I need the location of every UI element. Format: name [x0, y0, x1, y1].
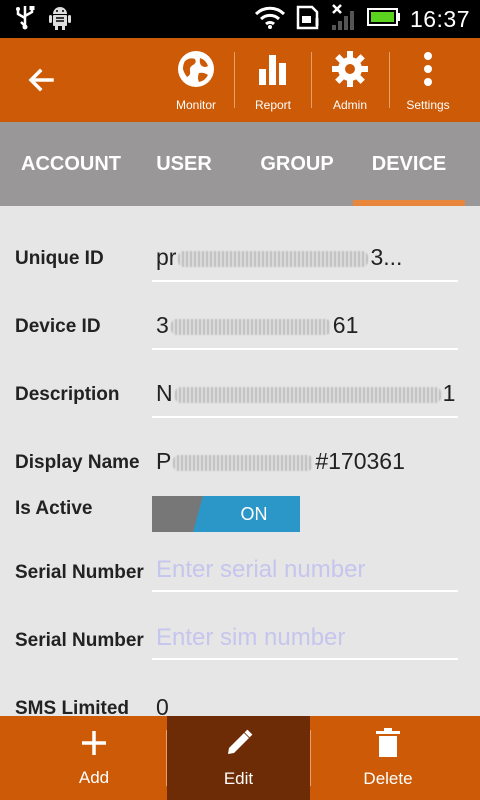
device-form: Unique ID pr 3... Device ID 3 61 Descripti…	[0, 206, 480, 716]
device-id-label: Device ID	[15, 316, 101, 337]
monitor-action[interactable]: Monitor	[158, 38, 234, 122]
redacted-text	[170, 318, 331, 335]
back-arrow-icon[interactable]	[24, 62, 60, 98]
signal-no-service-icon	[330, 3, 358, 36]
description-field[interactable]: N1	[156, 380, 455, 407]
field-underline	[152, 658, 458, 660]
tab-group[interactable]: GROUP	[226, 122, 368, 206]
display-name-row: Display Name P #170361	[0, 442, 480, 498]
plus-icon	[80, 729, 108, 762]
pencil-icon	[224, 728, 254, 763]
admin-action[interactable]: Admin	[312, 38, 388, 122]
android-debug-icon	[48, 4, 72, 35]
action-bar: Monitor Report Admin Settings	[0, 38, 480, 122]
settings-action[interactable]: Settings	[390, 38, 466, 122]
edit-label: Edit	[223, 768, 254, 788]
tab-bar: ACCOUNT USER GROUP DEVICE	[0, 122, 480, 206]
overflow-menu-icon	[408, 49, 448, 94]
sms-limited-label: SMS Limited	[15, 698, 130, 716]
unique-id-label: Unique ID	[15, 248, 104, 269]
is-active-label: Is Active	[15, 498, 93, 519]
trash-icon	[374, 727, 402, 763]
toggle-on-state: ON	[208, 496, 300, 532]
add-label: Add	[78, 767, 110, 787]
device-id-row: Device ID 3 61	[0, 306, 480, 362]
serial-number-label: Serial Number	[15, 562, 144, 583]
display-name-label: Display Name	[15, 452, 140, 473]
settings-label: Settings	[406, 97, 450, 112]
display-name-field[interactable]: P #170361	[156, 448, 405, 475]
sms-limited-row: SMS Limited 0	[0, 688, 480, 716]
tab-device[interactable]: DEVICE	[353, 122, 465, 206]
report-action[interactable]: Report	[235, 38, 311, 122]
serial-number-input[interactable]: Enter serial number	[156, 556, 365, 584]
field-underline	[152, 280, 458, 282]
description-label: Description	[15, 384, 120, 405]
sim-card-icon	[295, 4, 321, 35]
redacted-text	[174, 386, 441, 403]
tab-account[interactable]: ACCOUNT	[0, 122, 142, 206]
sim-number-row: Serial Number Enter sim number	[0, 620, 480, 676]
edit-button[interactable]: Edit	[167, 716, 310, 800]
description-row: Description N1	[0, 374, 480, 430]
add-button[interactable]: Add	[22, 716, 166, 800]
admin-label: Admin	[332, 97, 367, 112]
bar-chart-icon	[253, 49, 293, 94]
redacted-text	[173, 454, 314, 471]
usb-icon	[14, 4, 36, 35]
report-label: Report	[254, 97, 292, 112]
status-bar: 16:37	[0, 0, 480, 38]
device-id-field[interactable]: 3 61	[156, 312, 358, 339]
monitor-label: Monitor	[175, 97, 216, 112]
unique-id-row: Unique ID pr 3...	[0, 238, 480, 294]
bottom-divider	[310, 730, 311, 786]
field-underline	[152, 590, 458, 592]
gear-icon	[330, 49, 370, 94]
field-underline	[152, 416, 458, 418]
sim-number-input[interactable]: Enter sim number	[156, 624, 345, 652]
unique-id-field[interactable]: pr 3...	[156, 244, 402, 271]
is-active-toggle[interactable]: ON	[152, 496, 300, 532]
delete-button[interactable]: Delete	[316, 716, 460, 800]
bottom-action-bar: Add Edit Delete	[0, 716, 480, 800]
sim-number-label: Serial Number	[15, 630, 144, 651]
field-underline	[152, 348, 458, 350]
serial-number-row: Serial Number Enter serial number	[0, 552, 480, 608]
wifi-icon	[254, 5, 286, 34]
clock: 16:37	[409, 5, 470, 32]
tab-user[interactable]: USER	[142, 122, 226, 206]
delete-label: Delete	[363, 768, 413, 788]
battery-icon	[366, 7, 401, 32]
globe-icon	[176, 49, 216, 94]
redacted-text	[178, 250, 369, 267]
sms-limited-field[interactable]: 0	[156, 694, 169, 716]
